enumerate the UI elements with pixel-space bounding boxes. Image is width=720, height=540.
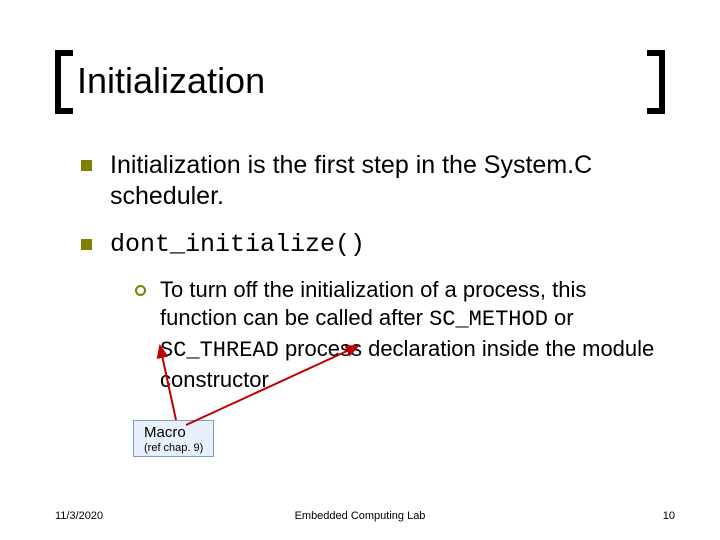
slide-body: Initialization is the first step in the … bbox=[55, 150, 665, 394]
bullet-code: dont_initialize() bbox=[110, 229, 365, 260]
footer-date: 11/3/2020 bbox=[55, 510, 103, 522]
square-bullet-icon bbox=[81, 160, 92, 171]
bullet-item: Initialization is the first step in the … bbox=[81, 150, 665, 213]
sub-code2: SC_THREAD bbox=[160, 338, 279, 363]
footer-center: Embedded Computing Lab bbox=[295, 510, 426, 522]
bullet-text: Initialization is the first step in the … bbox=[110, 150, 665, 213]
macro-note: (ref chap. 9) bbox=[144, 442, 203, 454]
slide-title: Initialization bbox=[55, 50, 275, 112]
footer-page: 10 bbox=[663, 510, 675, 522]
macro-callout: Macro (ref chap. 9) bbox=[133, 420, 214, 457]
macro-label: Macro bbox=[144, 424, 203, 441]
sub-bullet-item: To turn off the initialization of a proc… bbox=[135, 276, 665, 394]
bullet-item: dont_initialize() bbox=[81, 229, 665, 260]
slide-footer: 11/3/2020 Embedded Computing Lab 10 bbox=[0, 510, 720, 522]
ring-bullet-icon bbox=[135, 285, 146, 296]
sub-bullet-text: To turn off the initialization of a proc… bbox=[160, 276, 665, 394]
slide: Initialization Initialization is the fir… bbox=[0, 0, 720, 540]
bracket-right-icon bbox=[647, 50, 665, 114]
sub-code1: SC_METHOD bbox=[429, 307, 548, 332]
sub-mid: or bbox=[548, 305, 574, 330]
bracket-left-icon bbox=[55, 50, 73, 114]
square-bullet-icon bbox=[81, 239, 92, 250]
title-bar: Initialization bbox=[55, 50, 665, 112]
